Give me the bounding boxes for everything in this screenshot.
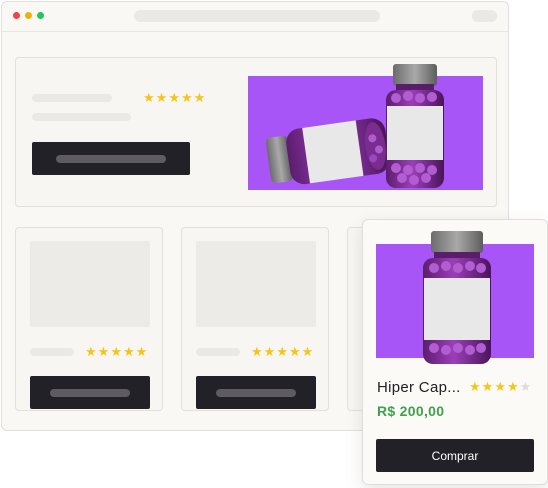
star-filled-icon: ★: [193, 91, 206, 106]
close-window-icon[interactable]: [13, 12, 20, 19]
product-card[interactable]: ★ ★ ★ ★ ★: [181, 227, 329, 411]
star-filled-icon: ★: [251, 345, 263, 360]
popup-product-name: Hiper Cap...: [377, 379, 461, 396]
minimize-window-icon[interactable]: [25, 12, 32, 19]
banner-title-placeholder: [32, 94, 112, 102]
product-card[interactable]: ★ ★ ★ ★ ★: [15, 227, 163, 411]
banner-cta-button[interactable]: [32, 142, 190, 175]
star-filled-icon: ★: [143, 91, 155, 106]
featured-product-banner: ★ ★ ★ ★ ★: [15, 57, 497, 207]
star-filled-icon: ★: [168, 91, 180, 106]
product-rating-stars: ★ ★ ★ ★ ★: [85, 346, 147, 359]
star-filled-icon: ★: [469, 380, 481, 395]
star-filled-icon: ★: [97, 345, 110, 360]
star-filled-icon: ★: [263, 345, 276, 360]
product-detail-popup: Hiper Cap... ★ ★ ★ ★ ★ R$ 200,00 Comprar: [362, 219, 548, 485]
star-empty-icon: ★: [519, 380, 532, 395]
product-rating-stars: ★ ★ ★ ★ ★: [251, 346, 313, 359]
banner-cta-label-placeholder: [56, 154, 166, 163]
banner-product-image: [248, 64, 483, 190]
product-image-placeholder: [196, 241, 316, 327]
popup-rating-stars: ★ ★ ★ ★ ★: [469, 381, 531, 394]
maximize-window-icon[interactable]: [37, 12, 44, 19]
star-filled-icon: ★: [85, 345, 97, 360]
pill-bottles-illustration: [265, 64, 444, 188]
buy-button[interactable]: Comprar: [376, 439, 534, 472]
star-filled-icon: ★: [276, 345, 288, 360]
star-filled-icon: ★: [155, 91, 168, 106]
pill-bottle-illustration: [423, 231, 491, 364]
popup-product-price: R$ 200,00: [377, 403, 445, 419]
product-name-placeholder: [196, 348, 240, 356]
star-filled-icon: ★: [288, 345, 301, 360]
star-filled-icon: ★: [481, 380, 494, 395]
star-filled-icon: ★: [506, 380, 519, 395]
product-buy-label-placeholder: [216, 388, 296, 397]
browser-titlebar: [2, 2, 508, 32]
star-filled-icon: ★: [494, 380, 506, 395]
banner-rating-stars: ★ ★ ★ ★ ★: [143, 92, 205, 105]
star-filled-icon: ★: [110, 345, 122, 360]
star-filled-icon: ★: [301, 345, 314, 360]
product-buy-button[interactable]: [30, 376, 150, 409]
browser-menu-button[interactable]: [472, 10, 497, 22]
product-name-placeholder: [30, 348, 74, 356]
popup-product-image: [376, 231, 534, 364]
banner-subtitle-placeholder: [32, 113, 131, 121]
product-buy-label-placeholder: [50, 388, 130, 397]
star-filled-icon: ★: [180, 91, 193, 106]
address-bar[interactable]: [134, 10, 380, 22]
product-image-placeholder: [30, 241, 150, 327]
star-filled-icon: ★: [135, 345, 148, 360]
star-filled-icon: ★: [122, 345, 135, 360]
product-buy-button[interactable]: [196, 376, 316, 409]
